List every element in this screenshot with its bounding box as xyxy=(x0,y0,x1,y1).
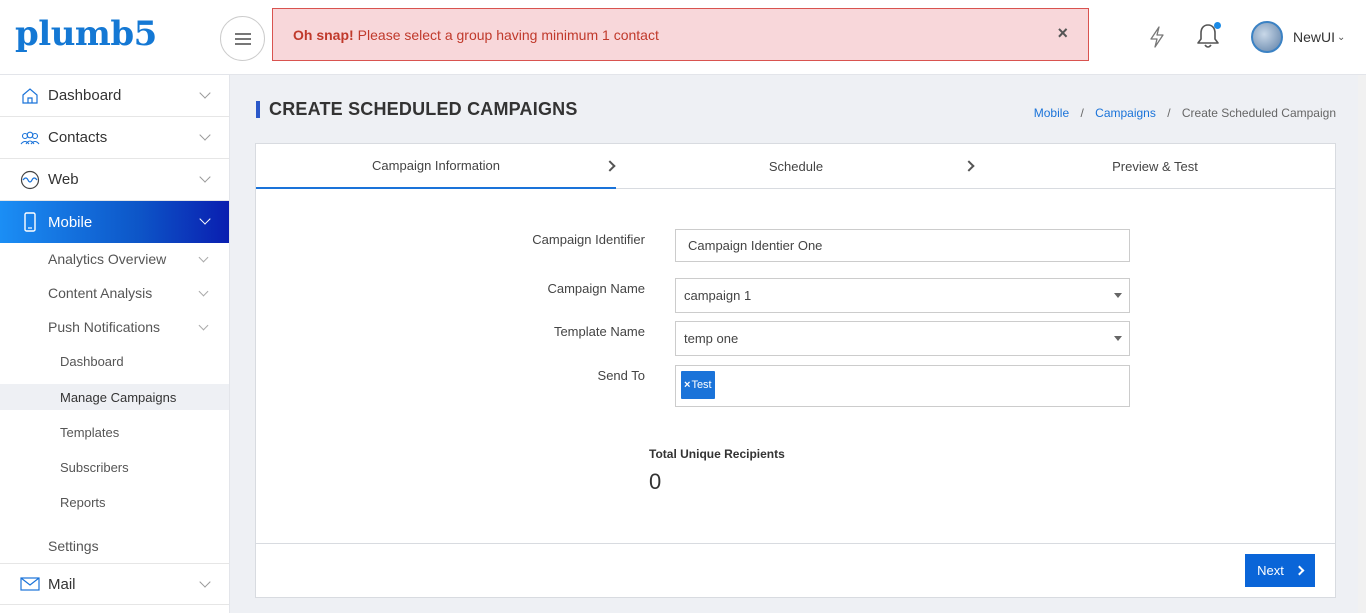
sidebar-subitem-analytics-overview[interactable]: Analytics Overview xyxy=(0,244,229,274)
sidebar-item-label: Mobile xyxy=(48,213,93,231)
user-avatar[interactable] xyxy=(1251,21,1283,53)
chevron-down-icon xyxy=(199,171,211,183)
sidebar: Dashboard Contacts Web Mobile Analytics … xyxy=(0,75,230,613)
sidebar-push-subscribers[interactable]: Subscribers xyxy=(0,454,229,480)
step-campaign-information[interactable]: Campaign Information xyxy=(256,144,616,189)
sidebar-item-mobile[interactable]: Mobile xyxy=(0,201,229,243)
chevron-down-icon xyxy=(199,213,211,225)
sidebar-subitem-label: Settings xyxy=(48,538,99,554)
sidebar-subitem-content-analysis[interactable]: Content Analysis xyxy=(0,278,229,308)
sidebar-push-templates[interactable]: Templates xyxy=(0,419,229,445)
page-scrollbar[interactable] xyxy=(1358,75,1366,613)
sidebar-item-label: Mail xyxy=(48,575,76,593)
lightning-icon[interactable] xyxy=(1148,26,1166,48)
step-schedule[interactable]: Schedule xyxy=(616,144,976,189)
sidebar-subitem-settings[interactable]: Settings xyxy=(0,531,229,561)
breadcrumb-current: Create Scheduled Campaign xyxy=(1181,106,1336,120)
chevron-down-icon xyxy=(199,87,211,99)
sidebar-subitem-label: Content Analysis xyxy=(48,285,153,301)
wizard-steps: Campaign Information Schedule Preview & … xyxy=(256,144,1335,189)
sidebar-item-dashboard[interactable]: Dashboard xyxy=(0,75,229,117)
page-title-accent xyxy=(256,101,260,118)
send-to-tag[interactable]: × Test xyxy=(681,371,715,399)
breadcrumb-mobile[interactable]: Mobile xyxy=(1034,106,1069,120)
hamburger-icon xyxy=(234,32,251,45)
sidebar-push-reports[interactable]: Reports xyxy=(0,489,229,515)
user-chevron-icon[interactable]: ⌄ xyxy=(1337,32,1345,43)
alert-close-button[interactable]: × xyxy=(1057,23,1068,44)
breadcrumb-separator: / xyxy=(1080,106,1084,120)
breadcrumb-campaigns[interactable]: Campaigns xyxy=(1095,106,1156,120)
total-recipients-label: Total Unique Recipients xyxy=(649,447,785,461)
campaign-identifier-label: Campaign Identifier xyxy=(532,232,645,247)
contacts-icon xyxy=(20,128,40,148)
chevron-down-icon xyxy=(199,576,211,588)
send-to-label: Send To xyxy=(597,368,645,383)
plumb5-logo[interactable]: plumb5 xyxy=(15,14,157,54)
sidebar-push-manage-campaigns[interactable]: Manage Campaigns xyxy=(0,384,229,410)
sidebar-subitem-push-notifications[interactable]: Push Notifications xyxy=(0,312,229,342)
next-button-label: Next xyxy=(1257,563,1284,578)
chevron-down-icon xyxy=(198,252,209,263)
tag-remove-icon[interactable]: × xyxy=(684,379,690,391)
sidebar-push-dashboard[interactable]: Dashboard xyxy=(0,348,229,374)
alert-title: Oh snap! xyxy=(293,26,354,43)
campaign-wizard-card: Campaign Information Schedule Preview & … xyxy=(255,143,1336,598)
mail-icon xyxy=(20,574,40,594)
template-name-select[interactable]: temp one xyxy=(675,321,1130,356)
sidebar-item-web[interactable]: Web xyxy=(0,159,229,201)
error-alert: Oh snap! Please select a group having mi… xyxy=(272,8,1089,61)
user-name[interactable]: NewUI xyxy=(1293,29,1335,45)
sidebar-item-label: Web xyxy=(48,171,79,188)
sidebar-subitem-label: Push Notifications xyxy=(48,319,161,335)
chevron-down-icon xyxy=(198,286,209,297)
menu-toggle-button[interactable] xyxy=(220,16,265,61)
tag-label: Test xyxy=(691,379,712,391)
home-icon xyxy=(20,86,40,106)
mobile-icon xyxy=(20,212,40,232)
chevron-down-icon xyxy=(199,129,211,141)
campaign-name-value: campaign 1 xyxy=(684,288,752,303)
alert-message: Please select a group having minimum 1 c… xyxy=(357,26,659,43)
total-recipients-value: 0 xyxy=(649,469,662,494)
card-footer-divider xyxy=(256,543,1335,544)
sidebar-item-mail[interactable]: Mail xyxy=(0,563,229,605)
campaign-name-label: Campaign Name xyxy=(547,281,645,296)
template-name-label: Template Name xyxy=(553,324,645,339)
sidebar-item-label: Dashboard xyxy=(48,87,122,104)
campaign-name-select[interactable]: campaign 1 xyxy=(675,278,1130,313)
send-to-input[interactable]: × Test xyxy=(675,365,1130,407)
breadcrumb-separator: / xyxy=(1167,106,1171,120)
chevron-right-icon xyxy=(1294,565,1305,576)
sidebar-item-contacts[interactable]: Contacts xyxy=(0,117,229,159)
template-name-value: temp one xyxy=(684,331,739,346)
breadcrumb: Mobile / Campaigns / Create Scheduled Ca… xyxy=(1034,106,1336,120)
page-title: CREATE SCHEDULED CAMPAIGNS xyxy=(269,99,578,119)
next-button[interactable]: Next xyxy=(1245,554,1315,587)
dropdown-caret-icon xyxy=(1114,293,1122,298)
top-header: plumb5 Oh snap! Please select a group ha… xyxy=(0,0,1366,75)
sidebar-subitem-label: Analytics Overview xyxy=(48,251,167,267)
campaign-identifier-input[interactable]: Campaign Identier One xyxy=(675,229,1130,262)
notification-dot xyxy=(1214,22,1221,29)
chevron-down-icon xyxy=(198,320,209,331)
step-preview-test[interactable]: Preview & Test xyxy=(975,144,1335,189)
sidebar-item-label: Contacts xyxy=(48,129,108,146)
web-icon xyxy=(20,170,40,190)
dropdown-caret-icon xyxy=(1114,336,1122,341)
